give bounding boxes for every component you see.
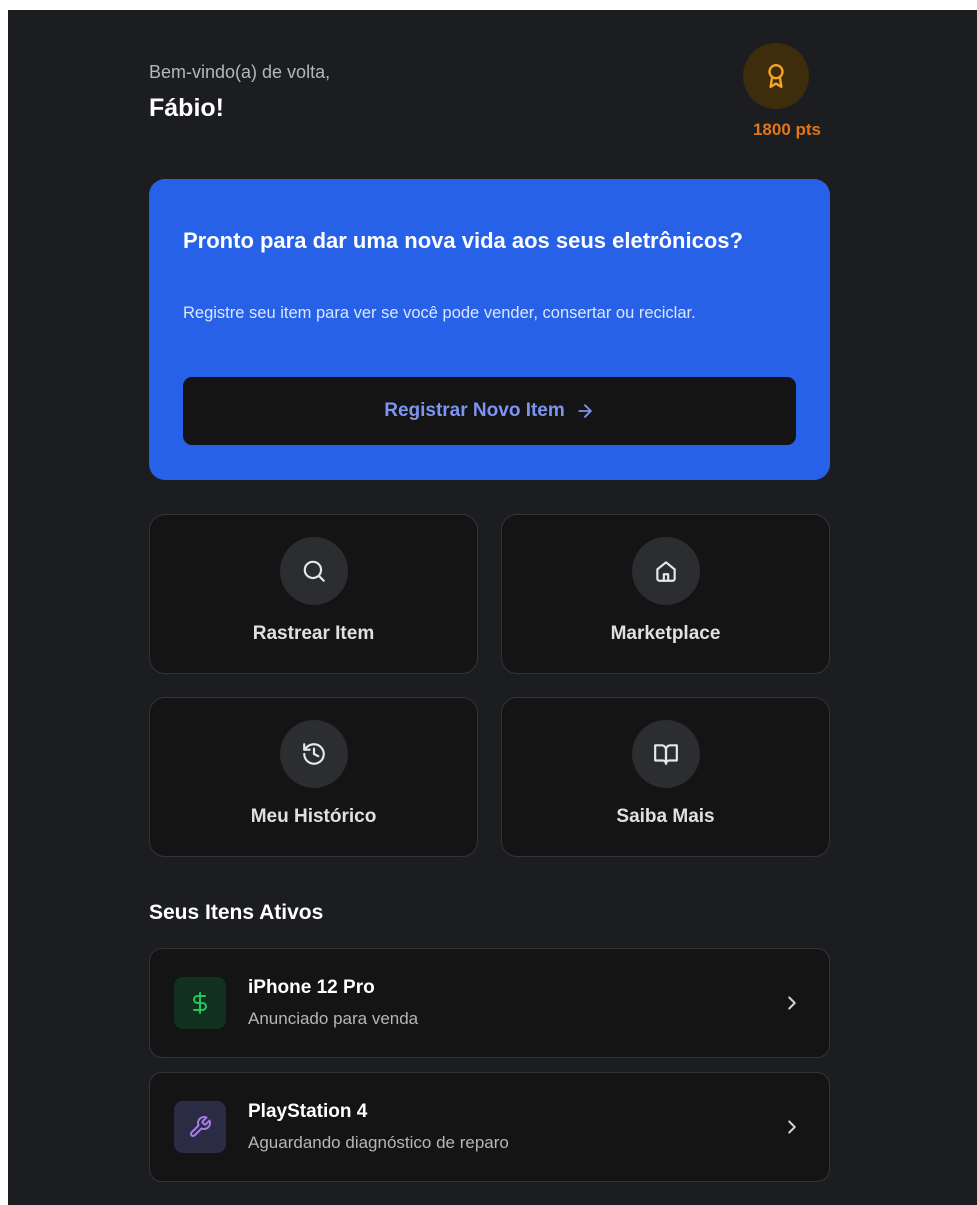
active-item-iphone[interactable]: iPhone 12 Pro Anunciado para venda — [149, 948, 830, 1058]
item-status: Anunciado para venda — [248, 1009, 419, 1028]
history-tile[interactable]: Meu Histórico — [149, 697, 478, 857]
points-value: 1800 pts — [752, 120, 822, 139]
greeting-text: Bem-vindo(a) de volta, — [149, 62, 331, 82]
marketplace-tile[interactable]: Marketplace — [501, 514, 830, 674]
item-name: PlayStation 4 — [248, 1101, 368, 1122]
search-icon — [303, 560, 325, 582]
username-heading: Fábio! — [149, 94, 224, 122]
learn-more-label: Saiba Mais — [616, 806, 715, 827]
arrow-right-icon — [578, 404, 592, 418]
app-screen: Bem-vindo(a) de volta, Fábio! 1800 pts P… — [8, 10, 977, 1205]
register-item-button[interactable]: Registrar Novo Item — [183, 377, 796, 445]
book-open-icon — [654, 744, 678, 765]
home-icon — [656, 561, 676, 582]
register-hero-card: Pronto para dar uma nova vida aos seus e… — [149, 179, 830, 480]
points-badge[interactable] — [743, 43, 809, 109]
marketplace-label: Marketplace — [610, 623, 721, 644]
history-icon — [303, 743, 325, 765]
active-items-heading: Seus Itens Ativos — [149, 901, 324, 924]
hero-title: Pronto para dar uma nova vida aos seus e… — [183, 228, 743, 253]
register-item-button-label: Registrar Novo Item — [384, 400, 565, 421]
track-item-tile[interactable]: Rastrear Item — [149, 514, 478, 674]
history-label: Meu Histórico — [250, 806, 377, 827]
chevron-right-icon — [788, 996, 796, 1010]
item-name: iPhone 12 Pro — [248, 977, 375, 998]
learn-more-tile[interactable]: Saiba Mais — [501, 697, 830, 857]
dollar-sign-icon — [193, 992, 207, 1014]
award-icon — [768, 63, 784, 89]
hero-description: Registre seu item para ver se você pode … — [183, 304, 696, 322]
item-status: Aguardando diagnóstico de reparo — [248, 1133, 509, 1152]
chevron-right-icon — [788, 1120, 796, 1134]
track-item-label: Rastrear Item — [252, 623, 375, 644]
wrench-icon — [190, 1116, 211, 1137]
active-item-playstation[interactable]: PlayStation 4 Aguardando diagnóstico de … — [149, 1072, 830, 1182]
